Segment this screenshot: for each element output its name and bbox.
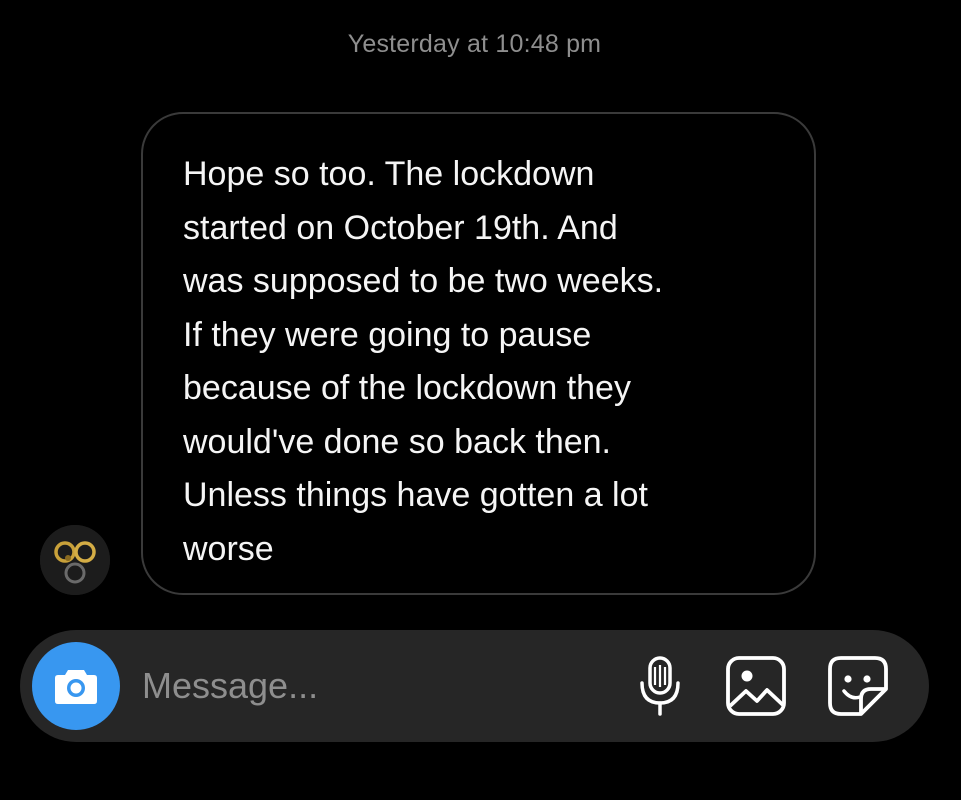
camera-button[interactable] <box>32 642 120 730</box>
camera-icon <box>55 670 97 704</box>
photo-gallery-icon <box>726 656 786 716</box>
microphone-icon <box>640 656 680 716</box>
message-input[interactable] <box>142 658 592 714</box>
sticker-button[interactable] <box>826 654 890 718</box>
message-timestamp: Yesterday at 10:48 pm <box>347 30 602 58</box>
avatar-olympic-rings-icon <box>40 525 110 595</box>
chat-screen: Yesterday at 10:48 pm Hope so too. The l… <box>0 0 961 800</box>
message-bubble: Hope so too. The lockdown started on Oct… <box>141 112 816 595</box>
message-composer <box>20 630 929 742</box>
voice-message-button[interactable] <box>628 654 692 718</box>
photo-gallery-button[interactable] <box>724 654 788 718</box>
sender-avatar[interactable] <box>40 525 110 595</box>
sticker-icon <box>828 656 888 716</box>
